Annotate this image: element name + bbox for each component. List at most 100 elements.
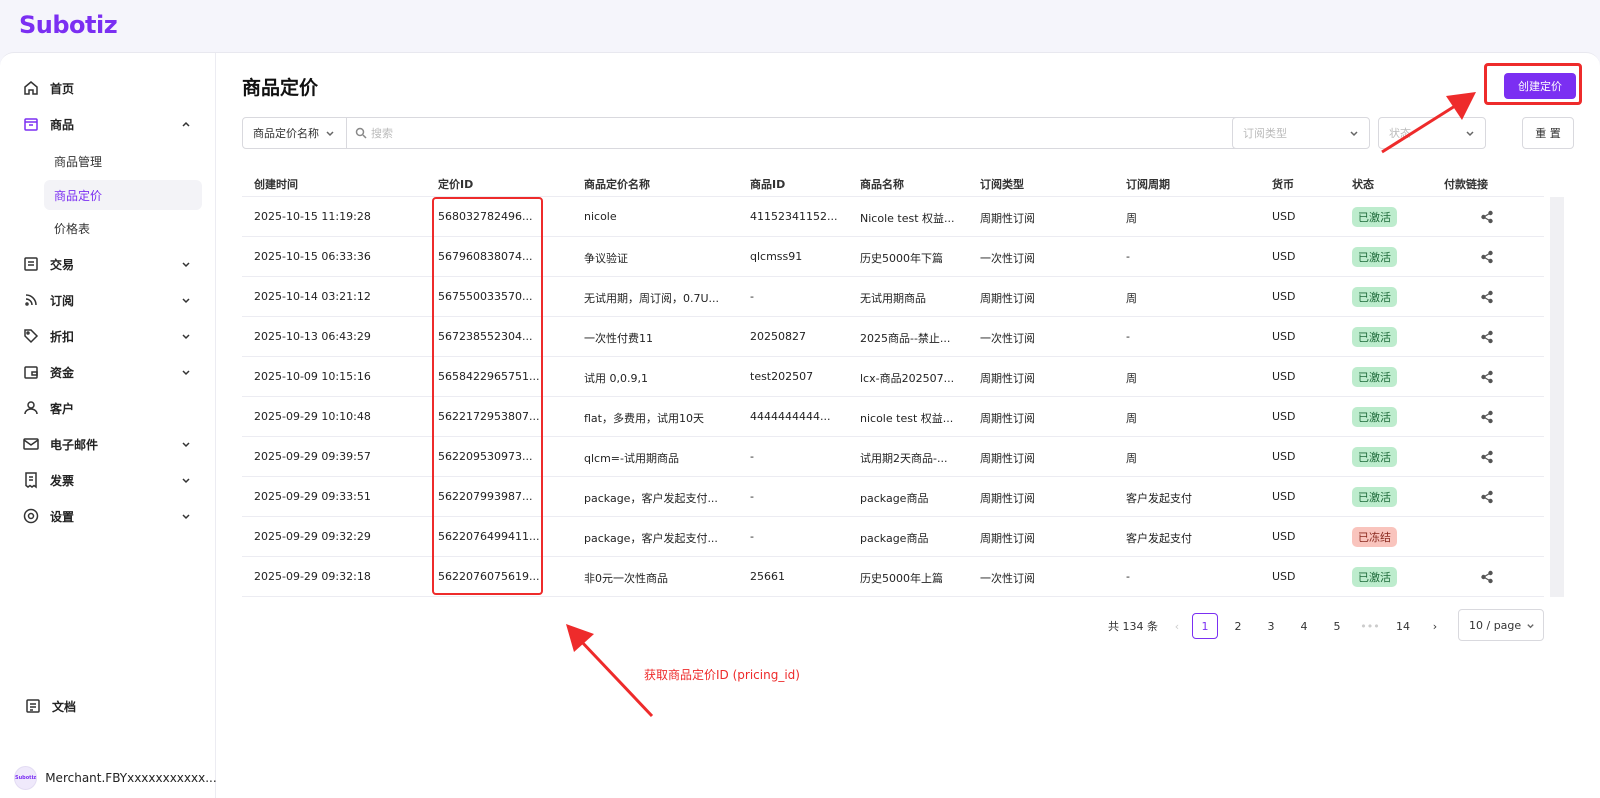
cell-subscription-type: 周期性订阅 [980, 532, 1035, 545]
reset-button[interactable]: 重 置 [1522, 117, 1574, 149]
share-icon[interactable] [1480, 250, 1494, 264]
status-badge: 已激活 [1352, 487, 1397, 507]
sidebar-item-settings[interactable]: 设置 [22, 501, 202, 531]
status-badge: 已激活 [1352, 247, 1397, 267]
sidebar-item-discounts[interactable]: 折扣 [22, 321, 202, 351]
sidebar-item-home[interactable]: 首页 [22, 73, 202, 103]
cell-pricing-name: package，客户发起支付... [584, 532, 718, 545]
cell-subscription-period: 周 [1126, 372, 1137, 385]
column-header-subscription-period: 订阅周期 [1126, 178, 1170, 191]
sidebar-item-label: 折扣 [50, 329, 75, 344]
box-icon [24, 118, 38, 131]
cell-pricing-name: 一次性付费11 [584, 332, 653, 345]
subscription-type-placeholder: 订阅类型 [1243, 127, 1287, 140]
cell-subscription-type: 周期性订阅 [980, 292, 1035, 305]
sidebar-subitem-label: 商品定价 [54, 188, 103, 203]
sidebar-item-label: 客户 [50, 401, 75, 416]
cell-product-name: nicole test 权益... [860, 412, 954, 425]
page-size-label: 10 / page [1469, 618, 1522, 632]
sidebar-subitem-label: 商品管理 [54, 154, 103, 169]
cell-subscription-type: 周期性订阅 [980, 492, 1035, 505]
share-icon[interactable] [1480, 490, 1494, 504]
table-scrollbar[interactable] [1550, 197, 1564, 597]
chevron-down-icon [182, 334, 190, 340]
wallet-icon [24, 366, 38, 379]
table-header: 创建时间 定价ID 商品定价名称 商品ID 商品名称 订阅类型 订阅周期 货币 状态 付款链接 [242, 169, 1544, 197]
page-button-14[interactable]: 14 [1390, 613, 1416, 639]
sidebar-item-funds[interactable]: 资金 [22, 357, 202, 387]
share-icon[interactable] [1480, 370, 1494, 384]
cell-product-id: 41152341152... [750, 210, 838, 223]
sidebar-subitem-price-table[interactable]: 价格表 [44, 213, 202, 243]
status-badge: 已激活 [1352, 567, 1397, 587]
sidebar-item-transactions[interactable]: 交易 [22, 249, 202, 279]
share-icon[interactable] [1480, 570, 1494, 584]
cell-product-id: 20250827 [750, 330, 806, 343]
cell-product-id: 25661 [750, 570, 785, 583]
share-icon[interactable] [1480, 450, 1494, 464]
cell-pricing-name: qlcm=-试用期商品 [584, 452, 679, 465]
cell-subscription-period: - [1126, 330, 1130, 343]
next-page-button[interactable]: › [1422, 613, 1448, 639]
page-button-2[interactable]: 2 [1225, 613, 1251, 639]
cell-currency: USD [1272, 250, 1296, 263]
page-button-1[interactable]: 1 [1192, 613, 1218, 639]
cell-subscription-period: 客户发起支付 [1126, 492, 1192, 505]
chevron-down-icon [182, 298, 190, 304]
search-input[interactable] [351, 119, 1241, 147]
sidebar-subitem-product-management[interactable]: 商品管理 [44, 146, 202, 176]
cell-product-name: Nicole test 权益... [860, 212, 955, 225]
column-header-status: 状态 [1352, 178, 1374, 191]
status-badge: 已激活 [1352, 367, 1397, 387]
cell-pricing-name: nicole [584, 210, 617, 223]
share-icon[interactable] [1480, 210, 1494, 224]
page-size-select[interactable]: 10 / page [1458, 609, 1544, 641]
sidebar-item-email[interactable]: 电子邮件 [22, 429, 202, 459]
status-select[interactable]: 状态 [1378, 117, 1486, 149]
sidebar-item-products[interactable]: 商品 [22, 109, 202, 139]
status-badge: 已激活 [1352, 407, 1397, 427]
cell-currency: USD [1272, 450, 1296, 463]
cell-product-name: 历史5000年下篇 [860, 252, 943, 265]
sidebar: 首页 商品 商品管理 商品定价 价格表 交易 订阅 折扣 资金 客户 电子邮件 … [0, 53, 217, 798]
create-pricing-button[interactable]: 创建定价 [1504, 73, 1576, 99]
merchant-account[interactable]: Subotiz Merchant.FBYxxxxxxxxxxx... [14, 765, 217, 791]
cell-created-time: 2025-10-13 06:43:29 [254, 330, 371, 343]
prev-page-button[interactable]: ‹ [1164, 613, 1190, 639]
chevron-up-icon [182, 121, 190, 127]
share-icon[interactable] [1480, 330, 1494, 344]
chevron-down-icon [1527, 624, 1534, 629]
cell-currency: USD [1272, 330, 1296, 343]
search-field-label: 商品定价名称 [253, 127, 319, 140]
app-logo[interactable]: Subotiz [19, 11, 118, 39]
search-bar: 商品定价名称 [242, 117, 1250, 149]
sidebar-item-label: 资金 [50, 365, 75, 380]
sidebar-item-label: 订阅 [50, 293, 75, 308]
sidebar-item-docs[interactable]: 文档 [24, 691, 204, 721]
page-button-4[interactable]: 4 [1291, 613, 1317, 639]
sidebar-item-label: 设置 [50, 509, 75, 524]
sidebar-subitem-product-pricing[interactable]: 商品定价 [44, 180, 202, 210]
cell-subscription-period: 周 [1126, 212, 1137, 225]
sidebar-item-customers[interactable]: 客户 [22, 393, 202, 423]
chevron-down-icon [182, 370, 190, 376]
sidebar-item-invoices[interactable]: 发票 [22, 465, 202, 495]
cell-product-name: package商品 [860, 532, 929, 545]
column-header-currency: 货币 [1272, 178, 1294, 191]
cell-subscription-type: 一次性订阅 [980, 332, 1035, 345]
column-header-pricing-id: 定价ID [438, 178, 474, 191]
chevron-down-icon [182, 514, 190, 520]
share-icon[interactable] [1480, 410, 1494, 424]
page-button-3[interactable]: 3 [1258, 613, 1284, 639]
cell-currency: USD [1272, 370, 1296, 383]
search-field-select[interactable]: 商品定价名称 [243, 118, 347, 148]
column-header-pricing-name: 商品定价名称 [584, 178, 650, 191]
cell-product-name: lcx-商品202507... [860, 372, 955, 385]
column-header-product-name: 商品名称 [860, 178, 904, 191]
cell-currency: USD [1272, 210, 1296, 223]
page-button-5[interactable]: 5 [1324, 613, 1350, 639]
share-icon[interactable] [1480, 290, 1494, 304]
subscription-type-select[interactable]: 订阅类型 [1232, 117, 1370, 149]
sidebar-item-subscriptions[interactable]: 订阅 [22, 285, 202, 315]
cell-subscription-period: - [1126, 250, 1130, 263]
